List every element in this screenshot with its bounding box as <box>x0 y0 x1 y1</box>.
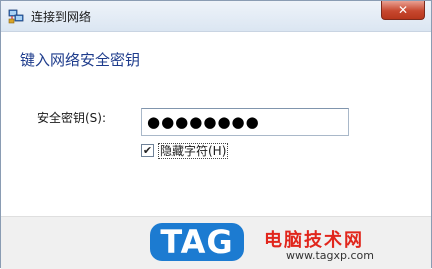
watermark-url: www.tagxp.com <box>286 249 374 262</box>
hide-characters-label[interactable]: 隐藏字符(H) <box>158 143 229 159</box>
watermark-badge: TAG <box>150 223 244 261</box>
security-key-input[interactable]: ●●●●●●●● <box>141 108 349 136</box>
dialog-content: 键入网络安全密钥 安全密钥(S): ●●●●●●●● ✔ 隐藏字符(H) <box>1 32 431 216</box>
close-button[interactable]: ✕ <box>381 1 425 20</box>
close-icon: ✕ <box>397 3 409 17</box>
title-bar[interactable]: 连接到网络 ✕ <box>1 1 431 32</box>
security-key-label: 安全密钥(S): <box>37 111 107 125</box>
dialog-heading: 键入网络安全密钥 <box>20 51 141 69</box>
checkmark-icon: ✔ <box>142 144 153 157</box>
hide-characters-checkbox[interactable]: ✔ <box>141 144 154 157</box>
window-title: 连接到网络 <box>31 10 92 24</box>
network-icon <box>8 8 24 24</box>
